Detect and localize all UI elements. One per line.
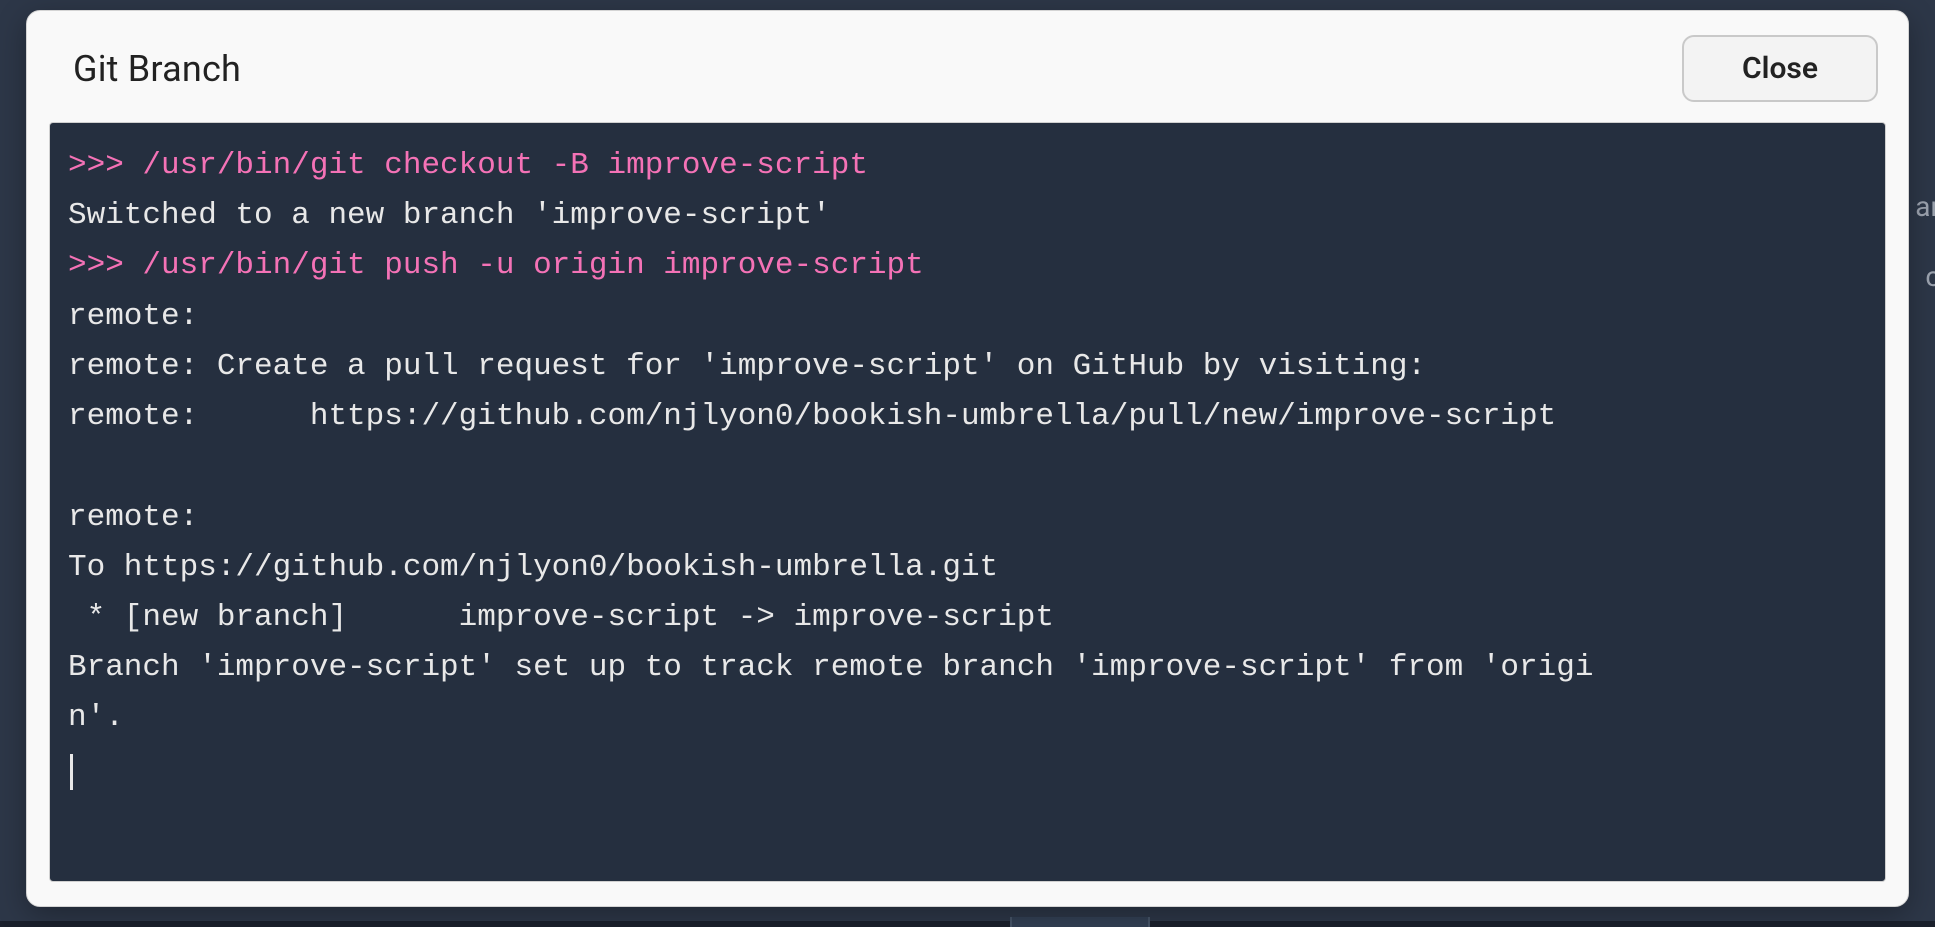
terminal-output-line: remote: https://github.com/njlyon0/booki… bbox=[68, 392, 1867, 442]
terminal-cursor bbox=[70, 754, 73, 790]
terminal-output-line: remote: Create a pull request for 'impro… bbox=[68, 342, 1867, 392]
terminal-output-line: Switched to a new branch 'improve-script… bbox=[68, 191, 1867, 241]
terminal-command-line: >>> /usr/bin/git checkout -B improve-scr… bbox=[68, 141, 1867, 191]
bg-bottom-bar bbox=[0, 921, 1935, 927]
dialog-title: Git Branch bbox=[73, 48, 241, 90]
dialog-header: Git Branch Close bbox=[49, 29, 1886, 122]
terminal-output-line: n'. bbox=[68, 693, 1867, 743]
git-branch-dialog: Git Branch Close >>> /usr/bin/git checko… bbox=[26, 10, 1909, 907]
terminal-output-line: To https://github.com/njlyon0/bookish-um… bbox=[68, 543, 1867, 593]
terminal-output-line: remote: bbox=[68, 493, 1867, 543]
terminal-output-line: Branch 'improve-script' set up to track … bbox=[68, 643, 1867, 693]
terminal-output-line: remote: bbox=[68, 292, 1867, 342]
bg-fragment-right-mid: c bbox=[1925, 260, 1935, 293]
terminal-output-line bbox=[68, 442, 1867, 492]
close-button[interactable]: Close bbox=[1682, 35, 1878, 102]
terminal-output-line: * [new branch] improve-script -> improve… bbox=[68, 593, 1867, 643]
terminal-output[interactable]: >>> /usr/bin/git checkout -B improve-scr… bbox=[49, 122, 1886, 882]
bg-fragment-right-top: ar bbox=[1915, 190, 1935, 223]
terminal-cursor-line bbox=[68, 744, 1867, 794]
bg-bottom-tab bbox=[1010, 917, 1150, 927]
terminal-command-line: >>> /usr/bin/git push -u origin improve-… bbox=[68, 241, 1867, 291]
